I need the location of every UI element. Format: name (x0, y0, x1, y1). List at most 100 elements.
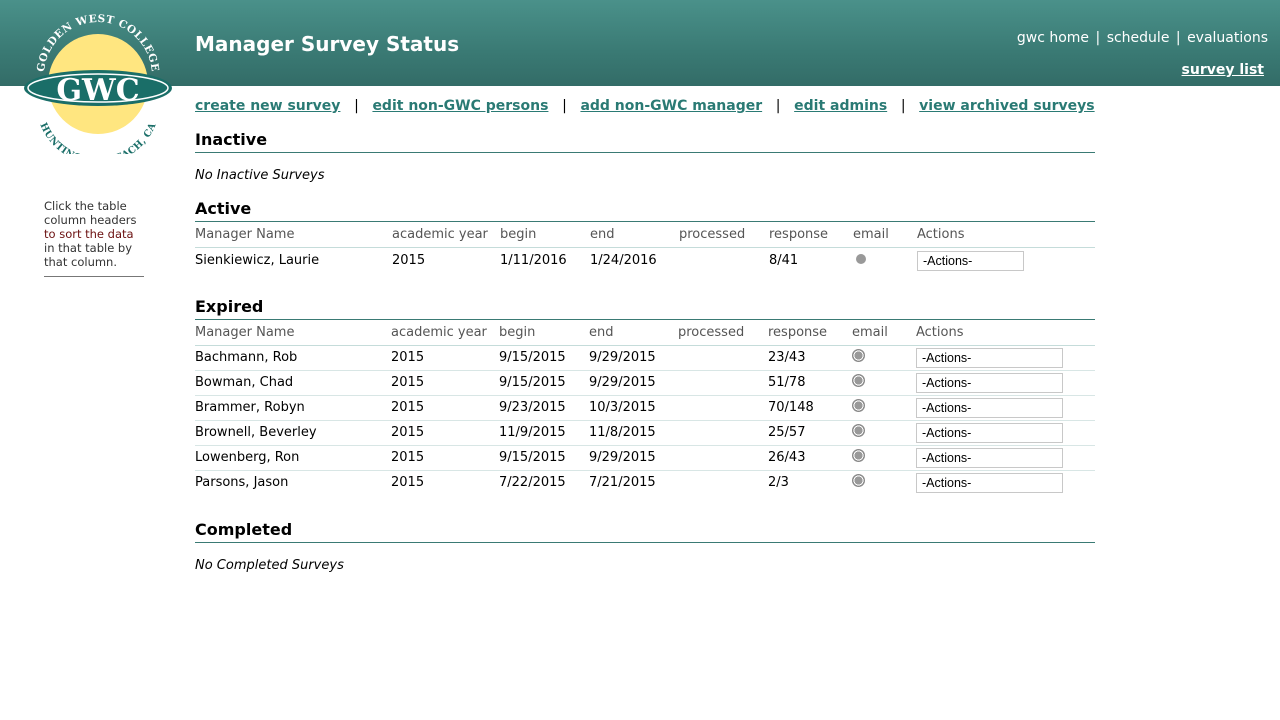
completed-section-title: Completed (195, 520, 1095, 543)
email-status-icon[interactable] (852, 399, 865, 412)
nav-separator: | (562, 98, 567, 114)
col-actions[interactable]: Actions (917, 222, 1095, 248)
col-email[interactable]: email (853, 222, 917, 248)
begin-date: 1/11/2016 (500, 253, 567, 269)
help-text-highlight: to sort the data (44, 227, 134, 241)
help-text-part2: in that table by that column. (44, 241, 133, 269)
gwc-home-link[interactable]: gwc home (1017, 30, 1089, 46)
col-end[interactable]: end (590, 222, 679, 248)
end-date: 9/29/2015 (589, 345, 678, 371)
email-status-icon[interactable] (856, 254, 866, 265)
email-status-icon[interactable] (852, 449, 865, 462)
begin-date: 7/22/2015 (499, 475, 566, 491)
end-date: 9/29/2015 (589, 445, 678, 471)
col-academic-year[interactable]: academic year (392, 222, 500, 248)
col-begin[interactable]: begin (499, 320, 589, 346)
col-academic-year[interactable]: academic year (391, 320, 499, 346)
top-link-separator: | (1095, 30, 1101, 46)
manager-name: Parsons, Jason (195, 475, 289, 491)
col-manager-name[interactable]: Manager Name (195, 222, 392, 248)
schedule-link[interactable]: schedule (1107, 30, 1170, 46)
col-manager-name[interactable]: Manager Name (195, 320, 391, 346)
email-status-icon[interactable] (852, 349, 865, 362)
actions-dropdown[interactable]: -Actions- (917, 250, 1024, 271)
academic-year: 2015 (391, 445, 499, 471)
actions-dropdown[interactable]: -Actions- (916, 472, 1063, 493)
academic-year: 2015 (392, 253, 426, 269)
academic-year: 2015 (391, 395, 499, 421)
table-row: Parsons, Jason 2015 7/22/2015 7/21/2015 … (195, 470, 1095, 495)
inactive-section-title: Inactive (195, 130, 1095, 153)
active-survey-table: Manager Name academic year begin end pro… (195, 222, 1095, 274)
edit-admins-link[interactable]: edit admins (794, 98, 887, 114)
add-non-gwc-manager-link[interactable]: add non-GWC manager (580, 98, 762, 114)
edit-non-gwc-persons-link[interactable]: edit non-GWC persons (372, 98, 548, 114)
table-row: Sienkiewicz, Laurie 2015 1/11/2016 1/24/… (195, 247, 1095, 274)
col-email[interactable]: email (852, 320, 916, 346)
expired-survey-table: Manager Name academic year begin end pro… (195, 320, 1095, 495)
actions-dropdown[interactable]: -Actions- (916, 397, 1063, 418)
col-begin[interactable]: begin (500, 222, 590, 248)
nav-separator: | (775, 98, 781, 114)
survey-list-link[interactable]: survey list (1182, 62, 1264, 78)
col-end[interactable]: end (589, 320, 678, 346)
col-processed[interactable]: processed (679, 222, 769, 248)
end-date: 9/29/2015 (589, 370, 678, 396)
table-header-row: Manager Name academic year begin end pro… (195, 320, 1095, 346)
response: 8/41 (769, 253, 799, 269)
col-actions[interactable]: Actions (916, 320, 1095, 346)
manager-name: Sienkiewicz, Laurie (195, 253, 320, 269)
end-date: 7/21/2015 (589, 475, 656, 491)
response: 51/78 (768, 370, 852, 396)
top-links: gwc home | schedule | evaluations (1017, 30, 1268, 46)
response: 23/43 (768, 345, 852, 371)
manager-name: Bachmann, Rob (195, 345, 391, 371)
actions-dropdown[interactable]: -Actions- (916, 372, 1063, 393)
nav-separator: | (900, 98, 906, 114)
academic-year: 2015 (391, 420, 499, 446)
help-text-part1: Click the table column headers (44, 199, 137, 227)
actions-dropdown[interactable]: -Actions- (916, 422, 1063, 443)
top-link-separator: | (1175, 30, 1181, 46)
processed (678, 420, 768, 446)
manager-name: Brammer, Robyn (195, 395, 391, 421)
evaluations-link[interactable]: evaluations (1187, 30, 1268, 46)
inactive-empty-message: No Inactive Surveys (195, 168, 325, 183)
table-header-row: Manager Name academic year begin end pro… (195, 222, 1095, 248)
end-date: 1/24/2016 (590, 253, 657, 269)
response: 2/3 (768, 475, 789, 491)
email-status-icon[interactable] (852, 474, 865, 488)
col-processed[interactable]: processed (678, 320, 768, 346)
processed (678, 370, 768, 396)
table-row: Lowenberg, Ron 2015 9/15/2015 9/29/2015 … (195, 445, 1095, 471)
table-row: Brownell, Beverley 2015 11/9/2015 11/8/2… (195, 420, 1095, 446)
processed (678, 470, 768, 495)
actions-dropdown[interactable]: -Actions- (916, 347, 1063, 368)
processed (678, 395, 768, 421)
response: 70/148 (768, 395, 852, 421)
begin-date: 9/15/2015 (499, 345, 589, 371)
expired-section-title: Expired (195, 297, 1095, 320)
gwc-logo: GOLDEN WEST COLLEGE GWC HUNTINGTON BEACH… (24, 14, 172, 154)
sort-help-text: Click the table column headers to sort t… (44, 199, 144, 277)
col-response[interactable]: response (768, 320, 852, 346)
page-title: Manager Survey Status (195, 32, 460, 56)
begin-date: 9/23/2015 (499, 395, 589, 421)
create-new-survey-link[interactable]: create new survey (195, 98, 340, 114)
col-response[interactable]: response (769, 222, 853, 248)
nav-separator: | (354, 98, 359, 114)
manager-name: Lowenberg, Ron (195, 445, 391, 471)
table-row: Brammer, Robyn 2015 9/23/2015 10/3/2015 … (195, 395, 1095, 421)
logo-abbr: GWC (56, 73, 139, 108)
manager-name: Bowman, Chad (195, 370, 391, 396)
view-archived-surveys-link[interactable]: view archived surveys (919, 98, 1094, 114)
processed (679, 247, 769, 274)
email-status-icon[interactable] (852, 374, 865, 387)
manager-name: Brownell, Beverley (195, 420, 391, 446)
actions-dropdown[interactable]: -Actions- (916, 447, 1063, 468)
email-status-icon[interactable] (852, 424, 865, 437)
response: 25/57 (768, 420, 852, 446)
begin-date: 9/15/2015 (499, 370, 589, 396)
response: 26/43 (768, 445, 852, 471)
processed (678, 345, 768, 371)
